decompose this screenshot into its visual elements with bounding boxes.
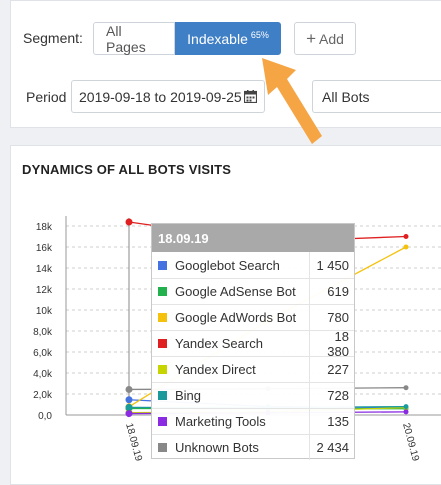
- legend-swatch: [158, 313, 167, 322]
- tooltip-series-name: Googlebot Search: [175, 258, 309, 273]
- tooltip-series-value: 619: [309, 279, 354, 304]
- legend-swatch: [158, 417, 167, 426]
- y-tick-label: 18k: [36, 222, 53, 233]
- legend-swatch: [158, 287, 167, 296]
- tooltip-series-name: Bing: [175, 388, 309, 403]
- tooltip-row: Google AdWords Bot780: [152, 304, 354, 330]
- tooltip-series-value: 728: [309, 383, 354, 408]
- tooltip-row: Yandex Search18 380: [152, 330, 354, 356]
- y-tick-label: 4,0k: [33, 369, 53, 380]
- tooltip-series-name: Yandex Direct: [175, 362, 309, 377]
- tooltip-series-value: 227: [309, 357, 354, 382]
- tooltip-series-value: 780: [309, 305, 354, 330]
- data-point: [126, 410, 133, 417]
- tooltip-series-name: Marketing Tools: [175, 414, 309, 429]
- tooltip-row: Unknown Bots2 434: [152, 434, 354, 460]
- y-tick-label: 2,0k: [33, 390, 53, 401]
- tooltip-series-value: 2 434: [309, 435, 354, 460]
- data-point: [126, 396, 133, 403]
- tooltip-row: Bing728: [152, 382, 354, 408]
- data-point: [404, 385, 409, 390]
- data-point: [404, 234, 409, 239]
- tooltip-rows: Googlebot Search1 450Google AdSense Bot6…: [152, 252, 354, 460]
- y-tick-label: 16k: [36, 243, 53, 254]
- tooltip-row: Google AdSense Bot619: [152, 278, 354, 304]
- tooltip-series-name: Yandex Search: [175, 336, 309, 351]
- tooltip-series-name: Google AdSense Bot: [175, 284, 309, 299]
- y-tick-label: 6,0k: [33, 348, 53, 359]
- legend-swatch: [158, 443, 167, 452]
- tooltip-series-name: Google AdWords Bot: [175, 310, 309, 325]
- y-tick-label: 14k: [36, 264, 53, 275]
- data-point: [404, 245, 409, 250]
- y-tick-label: 10k: [36, 306, 53, 317]
- x-tick-label: 20.09.19: [400, 422, 421, 463]
- data-point: [126, 219, 133, 226]
- y-tick-label: 8,0k: [33, 327, 53, 338]
- legend-swatch: [158, 261, 167, 270]
- tooltip-row: Marketing Tools135: [152, 408, 354, 434]
- tooltip-date: 18.09.19: [152, 224, 354, 252]
- legend-swatch: [158, 365, 167, 374]
- tooltip-row: Yandex Direct227: [152, 356, 354, 382]
- data-point: [126, 386, 133, 393]
- data-point: [404, 409, 409, 414]
- legend-swatch: [158, 339, 167, 348]
- data-point: [126, 404, 133, 411]
- y-tick-label: 12k: [36, 285, 53, 296]
- data-point: [404, 404, 409, 409]
- tooltip-series-name: Unknown Bots: [175, 440, 309, 455]
- tooltip-series-value: 135: [309, 409, 354, 434]
- tooltip-series-value: 1 450: [309, 252, 354, 278]
- y-tick-label: 0,0: [38, 411, 52, 422]
- chart-tooltip: 18.09.19 Googlebot Search1 450Google AdS…: [151, 223, 355, 459]
- x-tick-label: 18.09.19: [123, 422, 144, 463]
- tooltip-series-value: 18 380: [309, 331, 354, 356]
- legend-swatch: [158, 391, 167, 400]
- tooltip-row: Googlebot Search1 450: [152, 252, 354, 278]
